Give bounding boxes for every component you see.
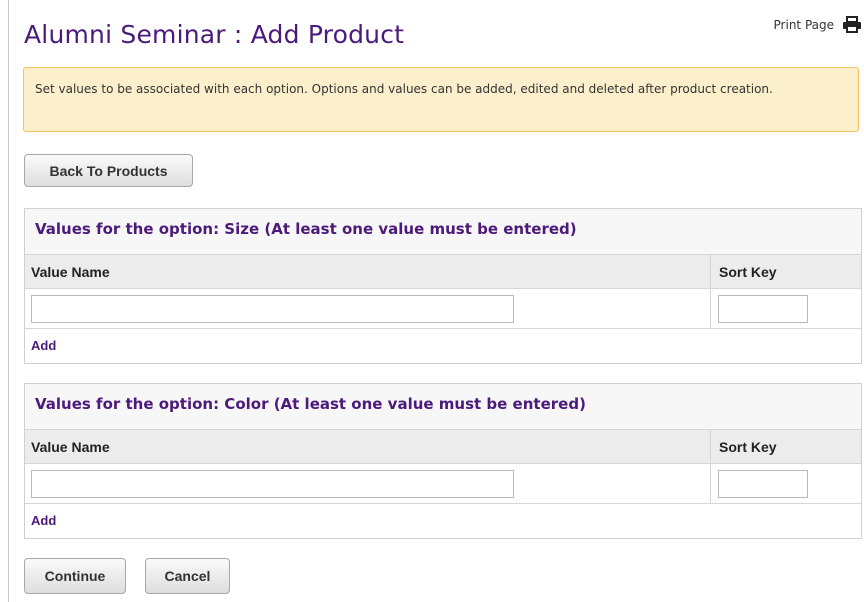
back-to-products-button[interactable]: Back To Products	[24, 154, 193, 187]
size-value-name-input[interactable]	[31, 295, 514, 323]
continue-button[interactable]: Continue	[24, 558, 126, 594]
print-page-label: Print Page	[773, 17, 834, 32]
add-row: Add	[25, 329, 861, 362]
cancel-button[interactable]: Cancel	[145, 558, 230, 594]
print-page-link[interactable]: Print Page	[774, 16, 862, 33]
color-value-name-input[interactable]	[31, 470, 514, 498]
color-sort-key-input[interactable]	[718, 470, 808, 498]
table-header-row: Value Name Sort Key	[25, 255, 861, 289]
option-panel-title: Values for the option: Color (At least o…	[25, 384, 861, 430]
add-row: Add	[25, 504, 861, 537]
printer-icon	[842, 16, 862, 33]
column-header-sort-key: Sort Key	[719, 264, 777, 280]
option-panel-title: Values for the option: Size (At least on…	[25, 209, 861, 255]
page-left-border	[8, 0, 9, 602]
size-add-link[interactable]: Add	[31, 338, 56, 353]
column-divider	[710, 289, 711, 328]
size-sort-key-input[interactable]	[718, 295, 808, 323]
page-title: Alumni Seminar : Add Product	[24, 20, 405, 49]
info-alert: Set values to be associated with each op…	[23, 67, 859, 132]
column-divider	[710, 430, 711, 463]
column-header-value-name: Value Name	[31, 439, 110, 455]
value-input-row	[25, 289, 861, 329]
option-panel-size: Values for the option: Size (At least on…	[24, 208, 862, 364]
option-panel-color: Values for the option: Color (At least o…	[24, 383, 862, 539]
column-header-value-name: Value Name	[31, 264, 110, 280]
value-input-row	[25, 464, 861, 504]
color-add-link[interactable]: Add	[31, 513, 56, 528]
column-header-sort-key: Sort Key	[719, 439, 777, 455]
table-header-row: Value Name Sort Key	[25, 430, 861, 464]
column-divider	[710, 255, 711, 288]
info-alert-text: Set values to be associated with each op…	[35, 82, 773, 96]
column-divider	[710, 464, 711, 503]
